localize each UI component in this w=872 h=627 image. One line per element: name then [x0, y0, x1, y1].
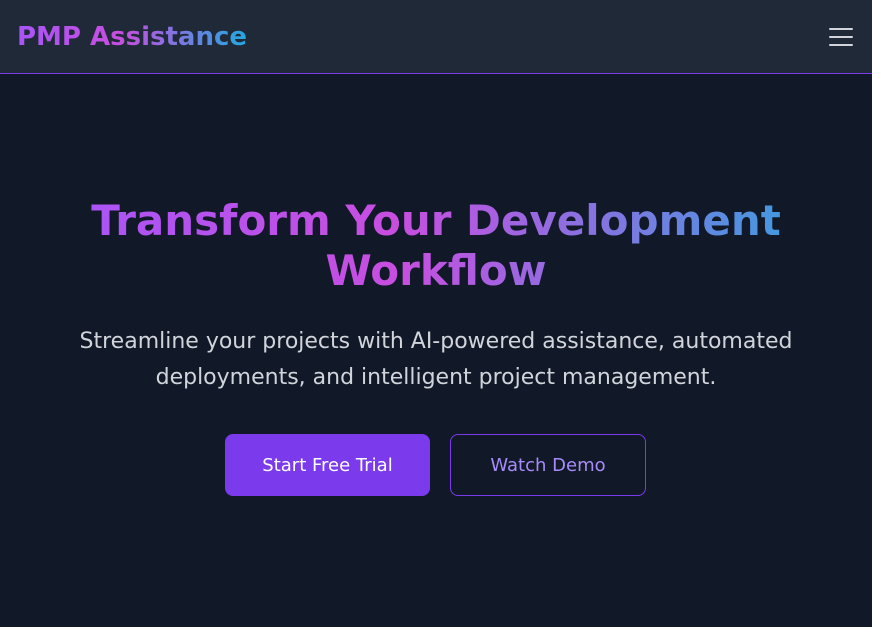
hamburger-menu-icon[interactable] — [828, 26, 854, 48]
menu-bar — [829, 43, 853, 46]
menu-bar — [829, 35, 853, 38]
watch-demo-button[interactable]: Watch Demo — [450, 434, 646, 496]
start-free-trial-button[interactable]: Start Free Trial — [225, 434, 430, 496]
hero-subtitle: Streamline your projects with AI-powered… — [79, 329, 793, 390]
hero-section: Transform Your Development Workflow Stre… — [0, 74, 872, 627]
brand-logo[interactable]: PMP Assistance — [17, 24, 247, 50]
hero-title: Transform Your Development Workflow — [60, 196, 812, 296]
menu-bar — [829, 27, 853, 30]
top-navbar: PMP Assistance — [0, 0, 872, 74]
